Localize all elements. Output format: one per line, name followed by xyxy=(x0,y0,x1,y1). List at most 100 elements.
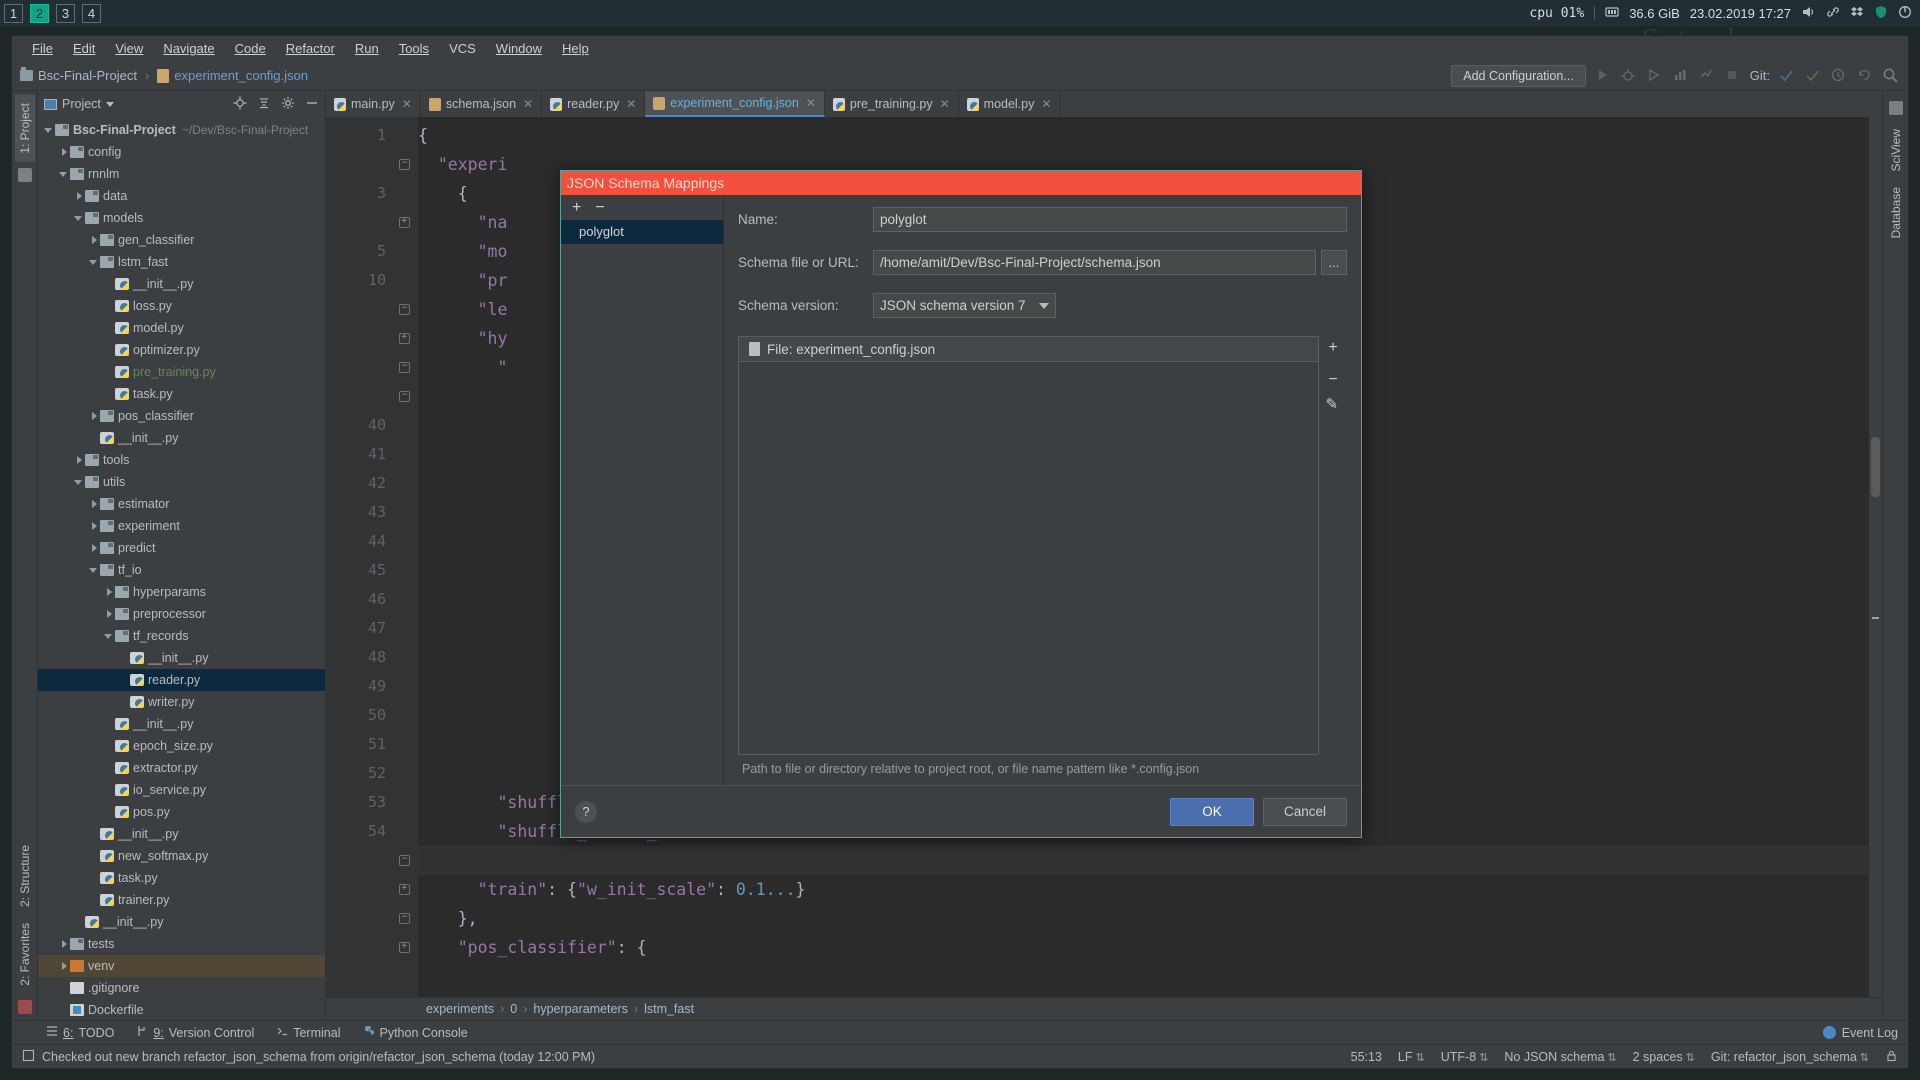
fold-toggle-icon[interactable] xyxy=(399,362,410,373)
menu-refactor[interactable]: Refactor xyxy=(276,38,345,59)
workspace-switcher[interactable]: 1 2 3 4 xyxy=(0,4,101,23)
grid-icon[interactable] xyxy=(1889,101,1903,115)
tree-node-predict[interactable]: predict xyxy=(38,537,325,559)
fold-toggle-icon[interactable] xyxy=(399,391,410,402)
settings-gear-icon[interactable] xyxy=(281,96,295,113)
add-mapping-button[interactable]: + xyxy=(572,199,581,217)
editor-tab-reader-py[interactable]: reader.py✕ xyxy=(542,91,645,117)
git-commit-icon[interactable] xyxy=(1804,67,1822,85)
tree-node--init-py[interactable]: __init__.py xyxy=(38,427,325,449)
close-tab-icon[interactable]: ✕ xyxy=(402,97,412,111)
chevron-right-icon[interactable] xyxy=(74,191,85,202)
sidebar-tab-database[interactable]: Database xyxy=(1886,179,1906,246)
tree-node--init-py[interactable]: __init__.py xyxy=(38,911,325,933)
close-tab-icon[interactable]: ✕ xyxy=(940,97,950,111)
file-mapping-row[interactable]: File: experiment_config.json xyxy=(739,337,1318,362)
breadcrumb-file[interactable]: experiment_config.json xyxy=(174,68,308,83)
tree-node-bsc-final-project[interactable]: Bsc-Final-Project~/Dev/Bsc-Final-Project xyxy=(38,119,325,141)
run-icon[interactable] xyxy=(1594,67,1612,85)
sidebar-tab-project[interactable]: 1: Project xyxy=(15,95,35,162)
tree-node--init-py[interactable]: __init__.py xyxy=(38,713,325,735)
tree-node-tf-io[interactable]: tf_io xyxy=(38,559,325,581)
scrollbar-thumb[interactable] xyxy=(1871,437,1880,497)
tree-node-epoch-size-py[interactable]: epoch_size.py xyxy=(38,735,325,757)
tree-node-gen-classifier[interactable]: gen_classifier xyxy=(38,229,325,251)
tree-node-reader-py[interactable]: reader.py xyxy=(38,669,325,691)
tree-node--init-py[interactable]: __init__.py xyxy=(38,273,325,295)
tree-node--init-py[interactable]: __init__.py xyxy=(38,823,325,845)
file-mappings-list[interactable]: File: experiment_config.json xyxy=(738,336,1319,755)
close-tab-icon[interactable]: ✕ xyxy=(523,97,533,111)
link-icon[interactable] xyxy=(1826,5,1840,22)
ok-button[interactable]: OK xyxy=(1170,798,1254,826)
profile-icon[interactable] xyxy=(1672,67,1690,85)
menu-view[interactable]: View xyxy=(105,38,153,59)
tree-node-preprocessor[interactable]: preprocessor xyxy=(38,603,325,625)
menu-edit[interactable]: Edit xyxy=(63,38,105,59)
tree-node-tools[interactable]: tools xyxy=(38,449,325,471)
chevron-right-icon[interactable] xyxy=(104,609,115,620)
tree-node--init-py[interactable]: __init__.py xyxy=(38,647,325,669)
tool-window-terminal[interactable]: Terminal xyxy=(276,1025,340,1040)
mapping-item-polyglot[interactable]: polyglot xyxy=(561,220,723,244)
tree-node-models[interactable]: models xyxy=(38,207,325,229)
editor-breadcrumb-item[interactable]: hyperparameters xyxy=(533,1002,628,1016)
tree-node-utils[interactable]: utils xyxy=(38,471,325,493)
chevron-right-icon[interactable] xyxy=(89,499,100,510)
fold-toggle-icon[interactable] xyxy=(399,913,410,924)
bookmark-icon[interactable] xyxy=(18,1000,32,1014)
tree-node-venv[interactable]: venv xyxy=(38,955,325,977)
git-branch-widget[interactable]: Git: refactor_json_schema xyxy=(1711,1050,1869,1064)
coverage-icon[interactable] xyxy=(1646,67,1664,85)
chevron-down-icon[interactable] xyxy=(44,125,55,136)
tree-node-task-py[interactable]: task.py xyxy=(38,867,325,889)
indent-selector[interactable]: 2 spaces xyxy=(1633,1050,1695,1064)
chevron-right-icon[interactable] xyxy=(74,455,85,466)
add-file-mapping-button[interactable]: + xyxy=(1328,339,1337,357)
menu-file[interactable]: File xyxy=(22,38,63,59)
chevron-down-icon[interactable] xyxy=(104,631,115,642)
help-button[interactable]: ? xyxy=(575,801,597,823)
breadcrumb-project[interactable]: Bsc-Final-Project xyxy=(38,68,137,83)
tree-node-dockerfile[interactable]: Dockerfile xyxy=(38,999,325,1020)
fold-toggle-icon[interactable] xyxy=(399,333,410,344)
chevron-right-icon[interactable] xyxy=(89,521,100,532)
tree-node-trainer-py[interactable]: trainer.py xyxy=(38,889,325,911)
tree-node-data[interactable]: data xyxy=(38,185,325,207)
chevron-down-icon[interactable] xyxy=(89,565,100,576)
edit-icon[interactable] xyxy=(1327,403,1340,416)
tree-node-new-softmax-py[interactable]: new_softmax.py xyxy=(38,845,325,867)
tree-node-rnnlm[interactable]: rnnlm xyxy=(38,163,325,185)
menu-navigate[interactable]: Navigate xyxy=(153,38,224,59)
workspace-2[interactable]: 2 xyxy=(30,4,49,23)
fold-toggle-icon[interactable] xyxy=(399,217,410,228)
tree-node--gitignore[interactable]: .gitignore xyxy=(38,977,325,999)
chevron-down-icon[interactable] xyxy=(89,257,100,268)
dropbox-icon[interactable] xyxy=(1850,5,1864,22)
editor-tab-schema-json[interactable]: schema.json✕ xyxy=(421,91,542,117)
search-icon[interactable] xyxy=(1882,67,1900,85)
tree-node-extractor-py[interactable]: extractor.py xyxy=(38,757,325,779)
tree-node-config[interactable]: config xyxy=(38,141,325,163)
tree-node-hyperparams[interactable]: hyperparams xyxy=(38,581,325,603)
tree-node-loss-py[interactable]: loss.py xyxy=(38,295,325,317)
fold-toggle-icon[interactable] xyxy=(399,884,410,895)
json-schema-selector[interactable]: No JSON schema xyxy=(1504,1050,1616,1064)
remove-file-mapping-button[interactable]: − xyxy=(1328,371,1337,389)
close-tab-icon[interactable]: ✕ xyxy=(1041,97,1051,111)
git-rollback-icon[interactable] xyxy=(1856,67,1874,85)
tool-window-todo[interactable]: 6: TODO xyxy=(46,1025,114,1040)
tree-node-estimator[interactable]: estimator xyxy=(38,493,325,515)
chevron-right-icon[interactable] xyxy=(89,411,100,422)
schema-file-input[interactable]: /home/amit/Dev/Bsc-Final-Project/schema.… xyxy=(873,250,1316,275)
tool-window-version-control[interactable]: 9: Version Control xyxy=(136,1025,254,1040)
fold-toggle-icon[interactable] xyxy=(399,942,410,953)
chevron-right-icon[interactable] xyxy=(89,543,100,554)
lock-icon[interactable] xyxy=(1885,1049,1898,1065)
menu-vcs[interactable]: VCS xyxy=(439,38,486,59)
tree-node-tests[interactable]: tests xyxy=(38,933,325,955)
tree-node-model-py[interactable]: model.py xyxy=(38,317,325,339)
editor-breadcrumb-item[interactable]: experiments xyxy=(426,1002,494,1016)
chevron-down-icon[interactable] xyxy=(74,477,85,488)
sidebar-tab-sciview[interactable]: SciView xyxy=(1886,121,1906,179)
